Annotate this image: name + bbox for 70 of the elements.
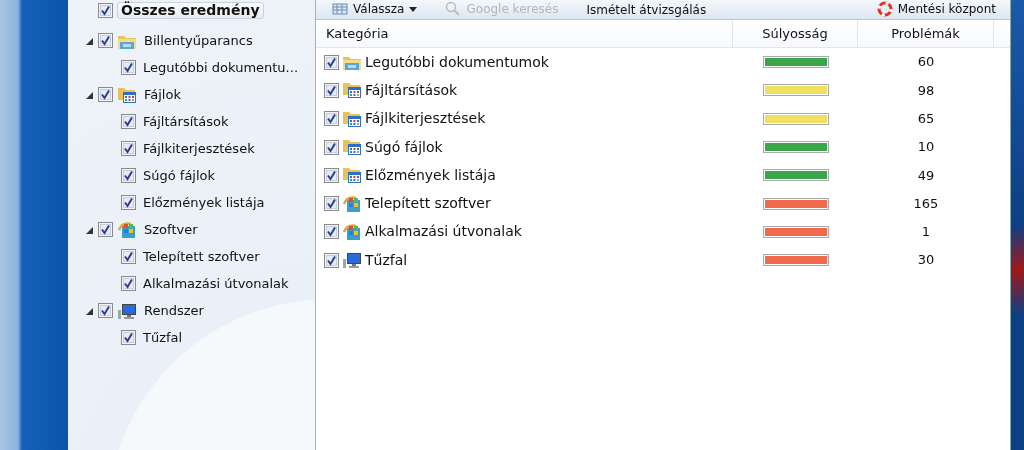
- tree-item[interactable]: Szoftver: [141, 219, 201, 240]
- checkbox[interactable]: [98, 87, 113, 102]
- category-name: Előzmények listája: [365, 165, 496, 185]
- program-icon: [342, 194, 362, 213]
- checkbox[interactable]: [324, 111, 339, 127]
- checkbox[interactable]: [121, 60, 136, 75]
- checkbox[interactable]: [121, 276, 136, 291]
- tree-item[interactable]: Billentyűparancs: [141, 30, 256, 51]
- category-name: Legutóbbi dokumentumok: [365, 52, 549, 72]
- folder-icon: [342, 81, 362, 100]
- checkbox[interactable]: [121, 141, 136, 156]
- tree-item[interactable]: Alkalmazási útvonalak: [140, 273, 292, 294]
- category-name: Tűzfal: [365, 250, 408, 270]
- checkbox[interactable]: [98, 303, 113, 318]
- column-header[interactable]: Problémák: [858, 20, 994, 47]
- tree-item[interactable]: Összes eredmény: [117, 1, 264, 19]
- toolbar-button[interactable]: Mentési központ: [876, 1, 996, 17]
- tree-item[interactable]: Telepített szoftver: [140, 246, 263, 267]
- problem-count: 98: [917, 81, 935, 100]
- checkbox[interactable]: [98, 33, 113, 48]
- column-header[interactable]: Kategória: [316, 20, 733, 47]
- program-icon: [117, 220, 137, 239]
- checkbox[interactable]: [324, 196, 339, 212]
- checkbox[interactable]: [98, 222, 113, 237]
- checkbox[interactable]: [121, 195, 136, 210]
- checkbox[interactable]: [324, 252, 339, 268]
- problem-count: 65: [917, 110, 935, 128]
- category-name: Fájltársítások: [365, 80, 458, 100]
- problem-count: 10: [917, 138, 935, 157]
- checkbox[interactable]: [121, 249, 136, 264]
- checkbox[interactable]: [324, 167, 339, 183]
- checkbox[interactable]: [324, 139, 339, 155]
- category-name: Telepített szoftver: [365, 194, 491, 214]
- category-name: Alkalmazási útvonalak: [365, 222, 522, 242]
- checkbox[interactable]: [121, 114, 136, 129]
- monitor-icon: [117, 301, 137, 320]
- tree-item[interactable]: Fájlkiterjesztések: [140, 138, 258, 159]
- toolbar-button[interactable]: Ismételt átvizsgálás: [586, 3, 707, 17]
- tree-item[interactable]: Fájltársítások: [140, 111, 232, 132]
- category-name: Fájlkiterjesztések: [365, 109, 486, 129]
- search-icon: [445, 1, 462, 17]
- checkbox[interactable]: [324, 54, 339, 70]
- tree-item[interactable]: Előzmények listája: [140, 192, 268, 213]
- problem-count: 165: [913, 194, 939, 213]
- caret-icon: [409, 6, 418, 12]
- folder-icon: [342, 138, 362, 157]
- folder-icon: [117, 85, 137, 104]
- toolbar-button[interactable]: Válassza: [332, 1, 418, 17]
- tree-item[interactable]: Tűzfal: [140, 327, 186, 348]
- tree-item[interactable]: Fájlok: [141, 84, 184, 105]
- folder-icon: [342, 166, 362, 185]
- folder-icon: [342, 109, 362, 128]
- program-icon: [342, 222, 362, 241]
- monitor-icon: [342, 251, 362, 270]
- problem-count: 1: [921, 223, 931, 242]
- tree-item[interactable]: Rendszer: [141, 300, 207, 321]
- problem-count: 30: [917, 251, 935, 270]
- checkbox[interactable]: [324, 82, 339, 98]
- problem-count: 60: [917, 53, 935, 72]
- checkbox[interactable]: [121, 168, 136, 183]
- lifebuoy-icon: [876, 1, 893, 17]
- checkbox[interactable]: [324, 224, 339, 240]
- checkbox[interactable]: [121, 330, 136, 345]
- category-name: Súgó fájlok: [365, 137, 443, 157]
- grid-icon: [332, 1, 348, 17]
- tree-item[interactable]: Súgó fájlok: [140, 165, 219, 186]
- column-header[interactable]: Súlyosság: [733, 20, 858, 47]
- checkbox[interactable]: [98, 2, 113, 18]
- tree-item[interactable]: Legutóbbi dokumentu...: [140, 57, 301, 78]
- problem-count: 49: [917, 166, 935, 185]
